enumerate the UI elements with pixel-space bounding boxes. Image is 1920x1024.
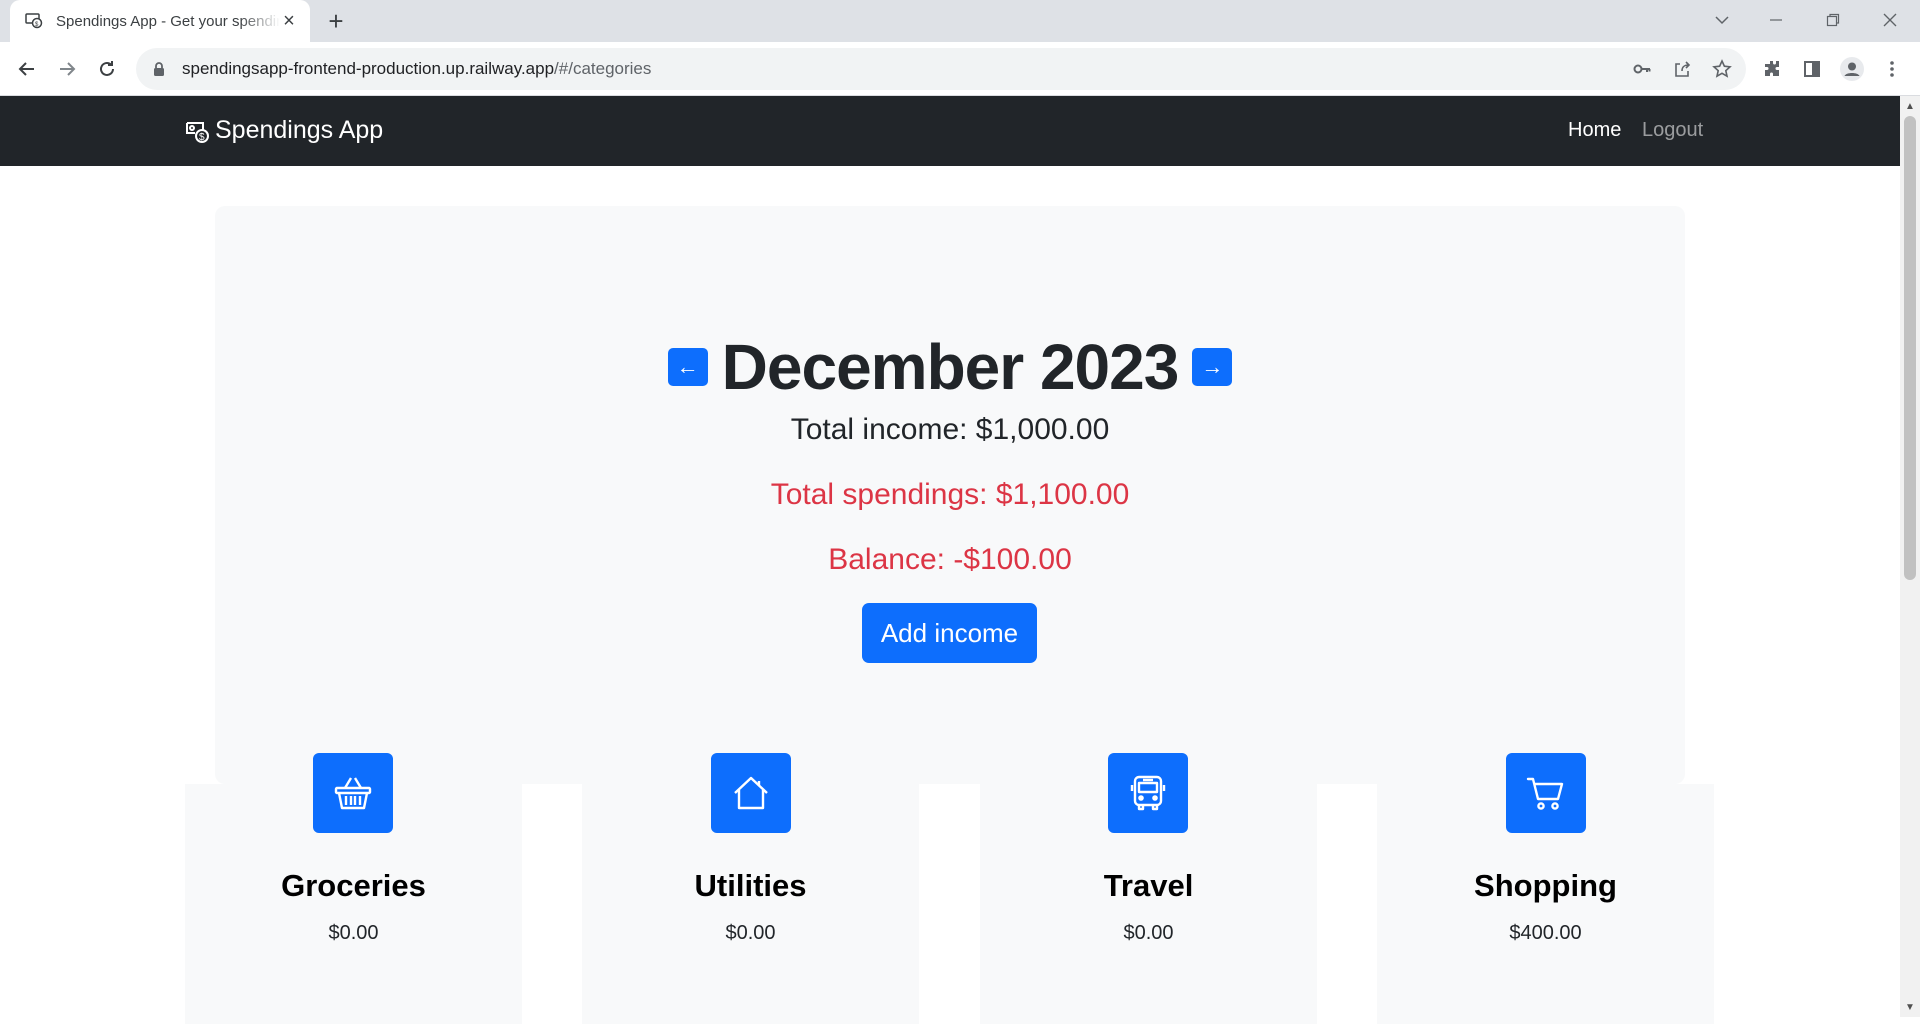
app-favicon-icon: $ bbox=[24, 11, 44, 31]
app-brand[interactable]: $ Spendings App bbox=[183, 116, 383, 145]
profile-avatar-icon[interactable] bbox=[1838, 55, 1866, 83]
back-icon[interactable] bbox=[11, 53, 43, 85]
key-icon[interactable] bbox=[1628, 55, 1656, 83]
minimize-icon[interactable] bbox=[1756, 0, 1796, 40]
reload-icon[interactable] bbox=[91, 53, 123, 85]
tab-close-icon[interactable]: × bbox=[280, 11, 298, 31]
month-title: December 2023 bbox=[721, 331, 1180, 403]
prev-month-button[interactable]: ← bbox=[667, 348, 708, 386]
app-navbar: $ Spendings App Home Logout bbox=[0, 96, 1900, 166]
extensions-icon[interactable] bbox=[1758, 55, 1786, 83]
category-amount: $0.00 bbox=[725, 922, 776, 944]
page-scrollbar[interactable]: ▲ ▼ bbox=[1900, 96, 1920, 1017]
brand-name: Spendings App bbox=[215, 116, 384, 144]
nav-logout-link[interactable]: Logout bbox=[1642, 119, 1703, 142]
category-name: Shopping bbox=[1474, 868, 1617, 903]
nav-home-link[interactable]: Home bbox=[1568, 119, 1621, 142]
address-bar[interactable]: spendingsapp-frontend-production.up.rail… bbox=[136, 48, 1746, 90]
forward-icon[interactable] bbox=[51, 53, 83, 85]
side-panel-icon[interactable] bbox=[1798, 55, 1826, 83]
category-amount: $0.00 bbox=[328, 922, 379, 944]
restore-icon[interactable] bbox=[1813, 0, 1853, 40]
tab-title: Spendings App - Get your spendings bbox=[56, 12, 280, 30]
bus-icon bbox=[1108, 753, 1188, 833]
scroll-up-icon[interactable]: ▲ bbox=[1900, 98, 1920, 114]
scroll-down-icon[interactable]: ▼ bbox=[1900, 999, 1920, 1015]
category-name: Groceries bbox=[281, 868, 426, 903]
total-spendings: Total spendings: $1,100.00 bbox=[770, 478, 1130, 511]
cart-icon bbox=[1506, 753, 1586, 833]
new-tab-icon[interactable]: + bbox=[322, 6, 350, 36]
tab-search-icon[interactable] bbox=[1702, 0, 1742, 40]
total-income: Total income: $1,000.00 bbox=[790, 413, 1110, 446]
basket-icon bbox=[313, 753, 393, 833]
browser-tabstrip: $ Spendings App - Get your spendings × + bbox=[0, 0, 1920, 42]
category-amount: $400.00 bbox=[1509, 922, 1582, 944]
category-name: Travel bbox=[1103, 868, 1194, 903]
share-icon[interactable] bbox=[1668, 55, 1696, 83]
house-icon bbox=[711, 753, 791, 833]
add-income-button[interactable]: Add income bbox=[862, 603, 1037, 663]
browser-tab[interactable]: $ Spendings App - Get your spendings × bbox=[10, 0, 310, 42]
url-text: spendingsapp-frontend-production.up.rail… bbox=[182, 59, 652, 78]
month-summary-panel: ← December 2023 → Total income: $1,000.0… bbox=[215, 206, 1685, 784]
svg-text:$: $ bbox=[199, 132, 205, 143]
close-window-icon[interactable] bbox=[1870, 0, 1910, 40]
balance: Balance: -$100.00 bbox=[828, 543, 1072, 576]
money-logo-icon: $ bbox=[183, 117, 211, 145]
category-name: Utilities bbox=[694, 868, 807, 903]
lock-icon bbox=[150, 60, 168, 78]
month-selector: ← December 2023 → bbox=[215, 330, 1685, 404]
category-amount: $0.00 bbox=[1123, 922, 1174, 944]
bookmark-star-icon[interactable] bbox=[1708, 55, 1736, 83]
browser-toolbar: spendingsapp-frontend-production.up.rail… bbox=[0, 42, 1920, 96]
scroll-thumb[interactable] bbox=[1904, 116, 1916, 580]
more-menu-icon[interactable] bbox=[1878, 55, 1906, 83]
next-month-button[interactable]: → bbox=[1192, 348, 1233, 386]
